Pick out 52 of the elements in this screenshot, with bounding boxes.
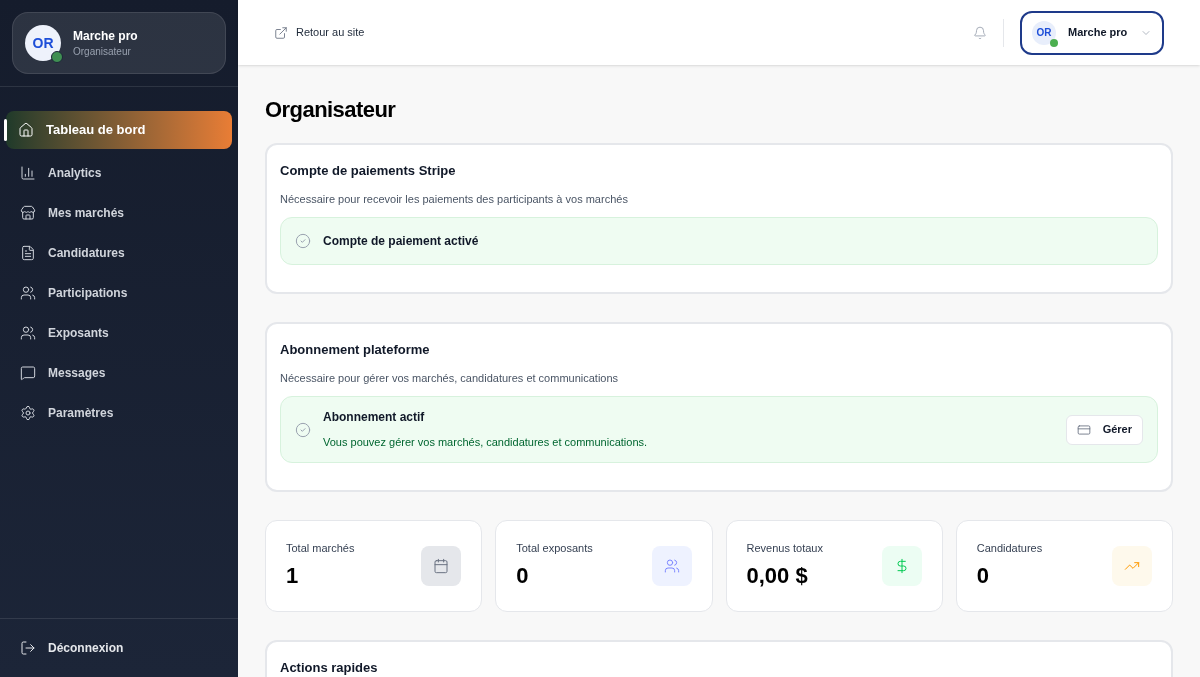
message-icon <box>20 365 36 381</box>
logout-icon <box>20 640 36 656</box>
user-name: Marche pro <box>1068 25 1128 41</box>
status-label: Abonnement actif <box>323 409 426 427</box>
profile-role: Organisateur <box>73 44 132 59</box>
user-menu-button[interactable]: OR Marche pro <box>1020 10 1164 55</box>
nav-item[interactable]: Participations <box>6 277 232 309</box>
card-title: Compte de paiements Stripe <box>280 162 457 180</box>
avatar: OR <box>25 25 61 61</box>
nav-item[interactable]: Exposants <box>6 317 232 349</box>
document-icon <box>20 245 36 261</box>
status-label: Compte de paiement activé <box>323 233 479 250</box>
credit-card-icon <box>1076 422 1091 437</box>
nav-item[interactable]: Analytics <box>6 157 232 189</box>
settings-icon <box>20 405 36 421</box>
nav-item[interactable]: Mes marchés <box>6 197 232 229</box>
check-circle-icon <box>295 421 311 438</box>
avatar: OR <box>1032 20 1056 45</box>
card-title: Abonnement plateforme <box>280 341 431 359</box>
check-circle-icon <box>295 233 311 249</box>
stat-label: Candidatures <box>976 541 1043 557</box>
profile-name: Marche pro <box>73 27 138 44</box>
stat-value: 0 <box>516 561 530 590</box>
store-icon <box>20 205 36 221</box>
stat-value: 0 <box>976 561 990 590</box>
active-indicator <box>4 119 7 141</box>
stat-value: 1 <box>286 561 300 590</box>
card-title: Actions rapides <box>280 659 379 677</box>
logout-button[interactable]: Déconnexion <box>20 639 124 657</box>
card-description: Nécessaire pour recevoir les paiements des participants à vos marchés <box>280 191 629 207</box>
notification-bell-icon[interactable] <box>973 25 987 40</box>
users-icon <box>20 285 36 301</box>
home-icon <box>18 122 34 138</box>
bar-chart-icon <box>20 165 36 181</box>
users-icon <box>20 325 36 341</box>
stat-label: Total marchés <box>286 541 355 557</box>
users-icon <box>663 558 680 574</box>
page-title: Organisateur <box>265 96 397 124</box>
nav-item[interactable]: Candidatures <box>6 237 232 269</box>
nav-item[interactable]: Tableau de bord <box>6 111 232 149</box>
back-link[interactable]: Retour au site <box>274 24 365 41</box>
status-detail: Vous pouvez gérer vos marchés, candidatures et communications. <box>323 435 648 451</box>
external-link-icon <box>274 25 288 40</box>
nav-item[interactable]: Paramètres <box>6 397 232 429</box>
profile-card[interactable]: OR Marche pro Organisateur <box>12 12 226 74</box>
stat-value: 0,00 $ <box>746 561 809 590</box>
nav-item[interactable]: Messages <box>6 357 232 389</box>
manage-button[interactable]: Gérer <box>1065 414 1143 445</box>
stat-label: Total exposants <box>516 541 593 557</box>
calendar-icon <box>433 558 450 574</box>
stat-label: Revenus totaux <box>746 541 823 557</box>
card-description: Nécessaire pour gérer vos marchés, candidatures et communications <box>280 370 620 386</box>
